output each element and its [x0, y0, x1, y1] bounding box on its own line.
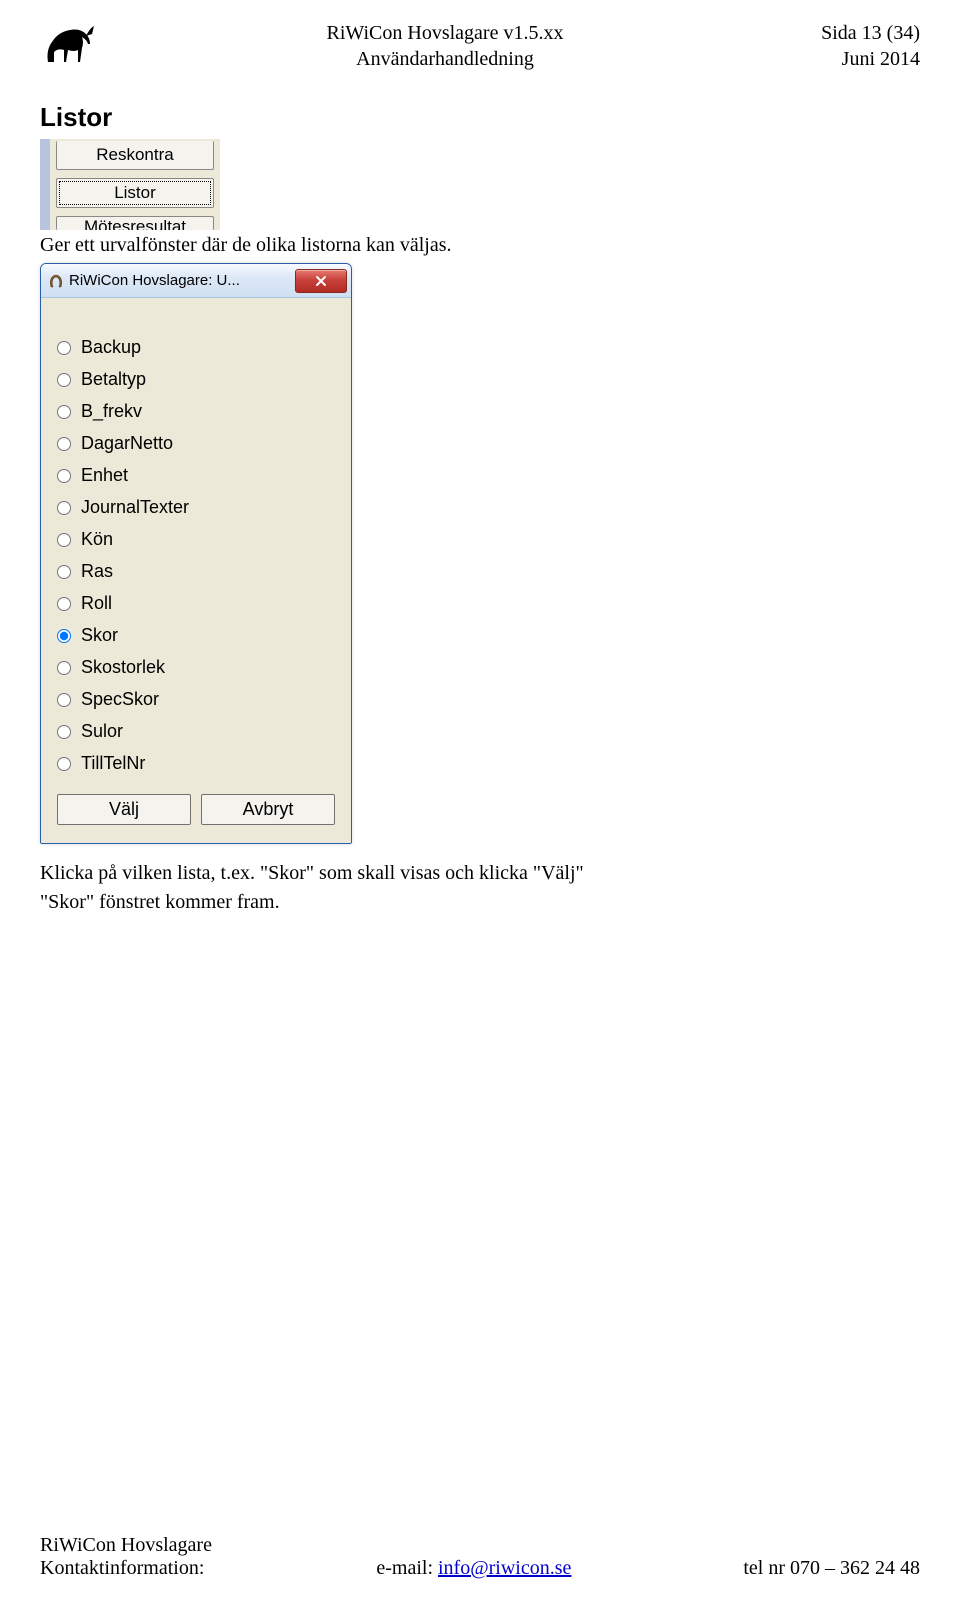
section-heading: Listor	[40, 102, 920, 133]
radio-label: JournalTexter	[81, 497, 189, 518]
radio-option[interactable]: Kön	[53, 529, 339, 550]
page-footer: RiWiCon Hovslagare Kontaktinformation: e…	[40, 1534, 920, 1580]
radio-input[interactable]	[57, 725, 71, 739]
radio-label: DagarNetto	[81, 433, 173, 454]
radio-option[interactable]: TillTelNr	[53, 753, 339, 774]
footer-email-label: e-mail:	[376, 1557, 438, 1579]
ok-button[interactable]: Välj	[57, 794, 191, 825]
radio-input[interactable]	[57, 373, 71, 387]
page-number: Sida 13 (34)	[770, 20, 920, 46]
radio-input[interactable]	[57, 565, 71, 579]
close-icon	[315, 275, 327, 287]
radio-label: Skostorlek	[81, 657, 165, 678]
radio-input[interactable]	[57, 469, 71, 483]
radio-option[interactable]: Skor	[53, 625, 339, 646]
radio-label: SpecSkor	[81, 689, 159, 710]
radio-option[interactable]: Backup	[53, 337, 339, 358]
radio-option[interactable]: B_frekv	[53, 401, 339, 422]
radio-option[interactable]: JournalTexter	[53, 497, 339, 518]
radio-label: Sulor	[81, 721, 123, 742]
footer-company: RiWiCon Hovslagare	[40, 1534, 920, 1557]
radio-label: B_frekv	[81, 401, 142, 422]
radio-option[interactable]: Skostorlek	[53, 657, 339, 678]
radio-option[interactable]: Ras	[53, 561, 339, 582]
radio-label: Backup	[81, 337, 141, 358]
radio-option[interactable]: Betaltyp	[53, 369, 339, 390]
radio-input[interactable]	[57, 597, 71, 611]
doc-date: Juni 2014	[770, 46, 920, 72]
radio-input[interactable]	[57, 341, 71, 355]
dialog-titlebar: RiWiCon Hovslagare: U...	[41, 264, 351, 298]
footer-phone: tel nr 070 – 362 24 48	[743, 1557, 920, 1580]
intro-paragraph: Ger ett urvalfönster där de olika listor…	[40, 234, 920, 257]
radio-input[interactable]	[57, 405, 71, 419]
selection-dialog: RiWiCon Hovslagare: U... BackupBetaltypB…	[40, 263, 352, 844]
dialog-title: RiWiCon Hovslagare: U...	[69, 272, 295, 289]
radio-option[interactable]: Sulor	[53, 721, 339, 742]
sidebar-screenshot: Reskontra Listor Mötesresultat	[40, 139, 220, 230]
instruction-line-2: "Skor" fönstret kommer fram.	[40, 891, 920, 914]
sidebar-btn-reskontra[interactable]: Reskontra	[56, 141, 214, 170]
radio-label: TillTelNr	[81, 753, 145, 774]
footer-email-link[interactable]: info@riwicon.se	[438, 1557, 571, 1579]
radio-input[interactable]	[57, 661, 71, 675]
radio-option[interactable]: SpecSkor	[53, 689, 339, 710]
radio-label: Roll	[81, 593, 112, 614]
radio-label: Betaltyp	[81, 369, 146, 390]
sidebar-btn-listor[interactable]: Listor	[56, 178, 214, 208]
radio-option[interactable]: Roll	[53, 593, 339, 614]
radio-option-list: Backup Betaltyp B_frekv DagarNetto Enhet Jour…	[53, 337, 339, 774]
radio-input[interactable]	[57, 757, 71, 771]
radio-input[interactable]	[57, 629, 71, 643]
footer-contact-label: Kontaktinformation:	[40, 1557, 204, 1580]
radio-input[interactable]	[57, 533, 71, 547]
horseshoe-icon	[47, 272, 65, 290]
radio-label: Kön	[81, 529, 113, 550]
radio-input[interactable]	[57, 437, 71, 451]
radio-label: Skor	[81, 625, 118, 646]
radio-option[interactable]: Enhet	[53, 465, 339, 486]
cancel-button[interactable]: Avbryt	[201, 794, 335, 825]
sidebar-btn-motesresultat[interactable]: Mötesresultat	[56, 216, 214, 230]
doc-subtitle: Användarhandledning	[120, 46, 770, 72]
radio-input[interactable]	[57, 501, 71, 515]
doc-title: RiWiCon Hovslagare v1.5.xx	[120, 20, 770, 46]
radio-label: Ras	[81, 561, 113, 582]
instruction-line-1: Klicka på vilken lista, t.ex. "Skor" som…	[40, 862, 920, 885]
radio-label: Enhet	[81, 465, 128, 486]
page-header: RiWiCon Hovslagare v1.5.xx Användarhandl…	[40, 20, 920, 72]
close-button[interactable]	[295, 269, 347, 293]
radio-option[interactable]: DagarNetto	[53, 433, 339, 454]
horse-logo-icon	[40, 20, 100, 70]
radio-input[interactable]	[57, 693, 71, 707]
